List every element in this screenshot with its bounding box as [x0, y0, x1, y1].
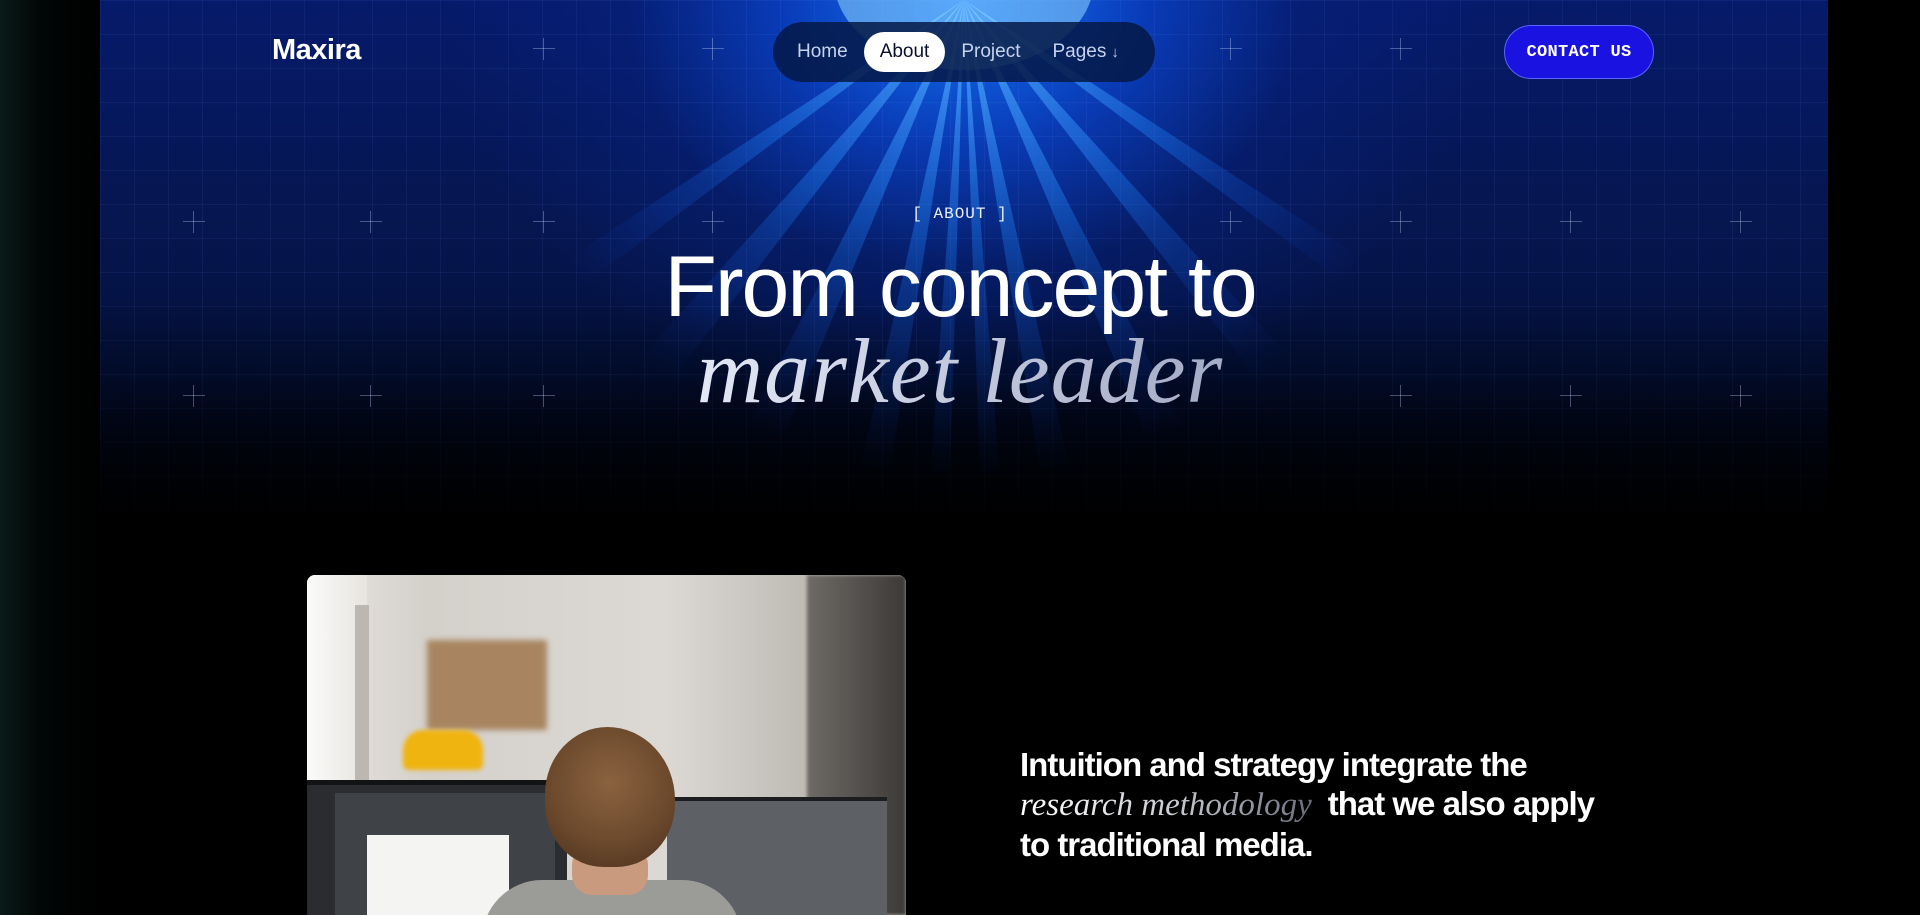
brand-logo[interactable]: Maxira [272, 34, 361, 67]
right-edge-strip [1828, 0, 1920, 915]
about-statement: Intuition and strategy integrate the res… [1020, 745, 1620, 864]
hero-title-line2: market leader [0, 318, 1920, 424]
grid-cross-marker [533, 38, 555, 60]
nav-item-about[interactable]: About [863, 32, 946, 72]
about-page: Maxira Home About Project Pages ↓ CONTACT… [0, 0, 1920, 915]
left-edge-strip [0, 0, 100, 915]
arrow-down-icon: ↓ [1111, 43, 1119, 61]
nav-item-label: Project [961, 41, 1021, 62]
main-nav: Home About Project Pages ↓ [773, 22, 1155, 82]
nav-item-project[interactable]: Project [945, 32, 1036, 72]
statement-italic: research methodology [1020, 787, 1328, 823]
hero-title-italic: market leader [696, 320, 1224, 422]
statement-part1: Intuition and strategy integrate the [1020, 746, 1528, 783]
nav-item-label: Pages [1052, 41, 1107, 62]
section-eyebrow: [ ABOUT ] [912, 205, 1008, 223]
nav-item-label: About [879, 41, 930, 62]
team-photo [307, 575, 906, 915]
nav-item-pages[interactable]: Pages ↓ [1036, 32, 1134, 72]
contact-us-button[interactable]: CONTACT US [1504, 25, 1654, 79]
grid-cross-marker [1220, 38, 1242, 60]
nav-item-home[interactable]: Home [781, 32, 864, 72]
nav-item-label: Home [797, 41, 848, 62]
grid-cross-marker [702, 38, 724, 60]
grid-cross-marker [1390, 38, 1412, 60]
